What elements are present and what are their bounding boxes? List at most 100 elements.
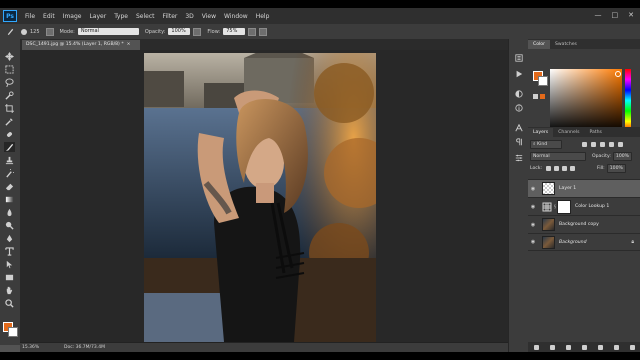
background-color-swatch[interactable] bbox=[8, 327, 18, 337]
path-select-icon[interactable] bbox=[4, 259, 15, 269]
maximize-icon[interactable]: □ bbox=[612, 11, 619, 19]
hue-slider[interactable] bbox=[625, 69, 631, 132]
filter-shape-icon[interactable] bbox=[609, 142, 614, 147]
blur-icon[interactable] bbox=[4, 207, 15, 217]
pen-icon[interactable] bbox=[4, 233, 15, 243]
properties-icon[interactable] bbox=[515, 147, 523, 162]
layer-filter-row: ⌕ Kind bbox=[530, 140, 623, 149]
visibility-eye-icon[interactable]: ◉ bbox=[528, 239, 538, 245]
add-mask-icon[interactable] bbox=[565, 344, 571, 350]
lock-all-icon[interactable] bbox=[570, 166, 576, 171]
mode-select[interactable]: Normal bbox=[77, 28, 139, 35]
new-layer-icon[interactable] bbox=[613, 344, 619, 350]
document-tab[interactable]: DSC_1491.jpg @ 15.4% (Layer 1, RGB/8) * × bbox=[22, 40, 140, 50]
eyedropper-icon[interactable] bbox=[4, 116, 15, 126]
dodge-icon[interactable] bbox=[4, 220, 15, 230]
blend-mode-select[interactable]: Normal bbox=[530, 152, 586, 161]
tool-preset-picker[interactable] bbox=[6, 27, 15, 36]
filter-adjustment-icon[interactable] bbox=[591, 142, 596, 147]
info-icon[interactable] bbox=[515, 97, 523, 112]
tab-swatches[interactable]: Swatches bbox=[550, 40, 582, 49]
visibility-eye-icon[interactable]: ◉ bbox=[528, 186, 538, 192]
fill-input[interactable]: 100% bbox=[606, 164, 626, 173]
document-canvas-image[interactable] bbox=[144, 53, 376, 342]
menu-help[interactable]: Help bbox=[252, 13, 274, 20]
gamut-color-chip[interactable] bbox=[540, 94, 545, 99]
marquee-icon[interactable] bbox=[4, 64, 15, 74]
photo-illustration bbox=[144, 53, 376, 342]
photoshop-window: Ps File Edit Image Layer Type Select Fil… bbox=[0, 0, 640, 360]
tab-layers[interactable]: Layers bbox=[528, 128, 554, 137]
delete-layer-icon[interactable] bbox=[629, 344, 635, 350]
brush-panel-toggle-icon[interactable] bbox=[45, 27, 54, 36]
lock-pixels-icon[interactable] bbox=[554, 166, 560, 171]
flow-input[interactable]: 75% bbox=[223, 28, 246, 35]
brush-icon[interactable] bbox=[4, 142, 15, 152]
color-picker-ring[interactable] bbox=[615, 71, 621, 77]
layer-thumbnail bbox=[542, 235, 555, 249]
layer-style-icon[interactable] bbox=[549, 344, 555, 350]
filter-type-icon[interactable] bbox=[600, 142, 605, 147]
pressure-opacity-icon[interactable] bbox=[193, 27, 202, 36]
color-field[interactable] bbox=[550, 69, 622, 132]
character-icon[interactable] bbox=[515, 117, 523, 132]
layer-row-background-copy[interactable]: ◉ Background copy bbox=[528, 215, 640, 233]
lock-position-icon[interactable] bbox=[562, 166, 568, 171]
menu-select[interactable]: Select bbox=[132, 13, 159, 20]
layer-kind-select[interactable]: ⌕ Kind bbox=[530, 140, 562, 149]
quick-select-icon[interactable] bbox=[4, 90, 15, 100]
healing-icon[interactable] bbox=[4, 129, 15, 139]
close-icon[interactable]: ✕ bbox=[628, 11, 634, 19]
tab-color[interactable]: Color bbox=[528, 40, 550, 49]
menu-image[interactable]: Image bbox=[59, 13, 86, 20]
menu-edit[interactable]: Edit bbox=[39, 13, 59, 20]
zoom-icon[interactable] bbox=[4, 298, 15, 308]
layer-row-background[interactable]: ◉ Background 🔒︎ bbox=[528, 233, 640, 251]
web-safe-warning-icon[interactable] bbox=[533, 94, 538, 99]
shape-icon[interactable] bbox=[4, 272, 15, 282]
filter-smart-icon[interactable] bbox=[618, 142, 623, 147]
lock-transparent-icon[interactable] bbox=[546, 166, 552, 171]
opacity-input[interactable]: 100% bbox=[168, 28, 191, 35]
actions-icon[interactable] bbox=[515, 63, 523, 78]
airbrush-icon[interactable] bbox=[248, 27, 257, 36]
history-brush-icon[interactable] bbox=[4, 168, 15, 178]
type-icon[interactable] bbox=[4, 246, 15, 256]
brush-size-picker[interactable]: 125 bbox=[21, 28, 40, 35]
layer-name: Background bbox=[559, 239, 587, 245]
layer-mask-thumbnail[interactable] bbox=[557, 199, 571, 214]
pressure-size-icon[interactable] bbox=[259, 27, 268, 36]
gradient-icon[interactable] bbox=[4, 194, 15, 204]
layer-row-layer-1[interactable]: ◉ Layer 1 bbox=[528, 179, 640, 197]
eraser-icon[interactable] bbox=[4, 181, 15, 191]
crop-icon[interactable] bbox=[4, 103, 15, 113]
tab-paths[interactable]: Paths bbox=[584, 128, 607, 137]
canvas-area[interactable] bbox=[20, 50, 508, 342]
layer-row-color-lookup[interactable]: ◉ § Color Lookup 1 bbox=[528, 197, 640, 215]
new-adjustment-icon[interactable] bbox=[581, 344, 587, 350]
menu-window[interactable]: Window bbox=[220, 13, 252, 20]
visibility-eye-icon[interactable]: ◉ bbox=[528, 204, 538, 210]
tab-channels[interactable]: Channels bbox=[553, 128, 584, 137]
menu-3d[interactable]: 3D bbox=[181, 13, 197, 20]
lasso-icon[interactable] bbox=[4, 77, 15, 87]
color-panel-background-swatch[interactable] bbox=[538, 76, 548, 86]
history-icon[interactable] bbox=[515, 47, 523, 62]
minimize-icon[interactable]: — bbox=[595, 11, 602, 19]
hand-icon[interactable] bbox=[4, 285, 15, 295]
clone-stamp-icon[interactable] bbox=[4, 155, 15, 165]
menu-file[interactable]: File bbox=[21, 13, 39, 20]
link-layers-icon[interactable] bbox=[533, 344, 539, 350]
menu-type[interactable]: Type bbox=[110, 13, 132, 20]
visibility-eye-icon[interactable]: ◉ bbox=[528, 222, 538, 228]
tab-close-icon[interactable]: × bbox=[127, 42, 131, 47]
adjustments-icon[interactable] bbox=[515, 83, 523, 98]
menu-filter[interactable]: Filter bbox=[159, 13, 182, 20]
new-group-icon[interactable] bbox=[597, 344, 603, 350]
menu-layer[interactable]: Layer bbox=[85, 13, 110, 20]
layer-opacity-input[interactable]: 100% bbox=[612, 152, 633, 161]
paragraph-icon[interactable] bbox=[515, 131, 523, 146]
menu-view[interactable]: View bbox=[198, 13, 220, 20]
move-icon[interactable] bbox=[4, 51, 15, 61]
filter-pixel-icon[interactable] bbox=[582, 142, 587, 147]
